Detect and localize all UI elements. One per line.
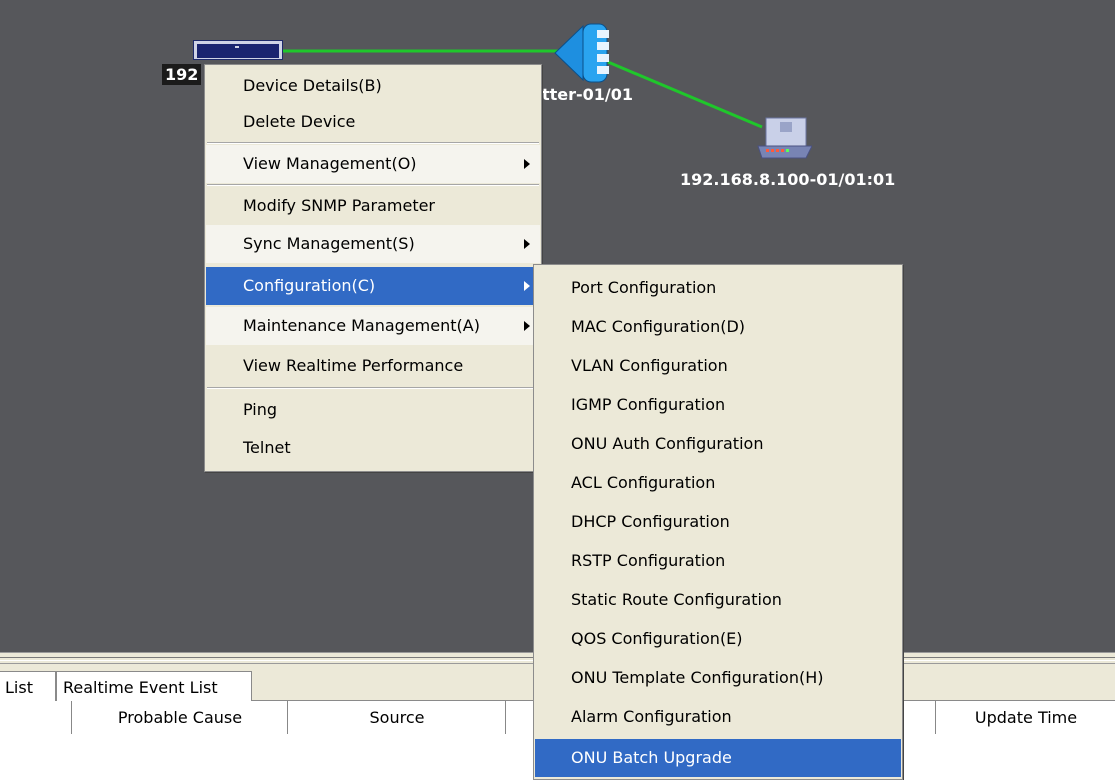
menu-item-configuration[interactable]: Configuration(C) — [206, 267, 540, 305]
menu-item-maintenance-management[interactable]: Maintenance Management(A) — [206, 307, 540, 345]
column-header-update-time[interactable]: Update Time — [936, 701, 1115, 734]
olt-device-label[interactable]: 192 — [162, 64, 202, 85]
menu-item-label: Port Configuration — [571, 278, 717, 297]
column-header-partial[interactable] — [0, 701, 72, 734]
menu-item-view-realtime-performance[interactable]: View Realtime Performance — [206, 347, 540, 385]
submenu-item-alarm-configuration[interactable]: Alarm Configuration — [535, 698, 901, 736]
olt-device-icon[interactable] — [193, 40, 283, 60]
submenu-item-onu-batch-upgrade[interactable]: ONU Batch Upgrade — [535, 739, 901, 777]
menu-item-label: RSTP Configuration — [571, 551, 726, 570]
submenu-item-rstp-configuration[interactable]: RSTP Configuration — [535, 542, 901, 580]
menu-separator — [207, 387, 539, 389]
menu-item-delete-device[interactable]: Delete Device — [206, 103, 540, 141]
onu-device-icon[interactable] — [756, 116, 812, 160]
menu-item-label: Telnet — [243, 438, 291, 457]
menu-item-sync-management[interactable]: Sync Management(S) — [206, 225, 540, 263]
menu-separator — [207, 184, 539, 186]
menu-item-modify-snmp-parameter[interactable]: Modify SNMP Parameter — [206, 187, 540, 225]
tab-alarm-list[interactable]: List — [0, 671, 56, 701]
menu-item-label: MAC Configuration(D) — [571, 317, 746, 336]
splitter-icon[interactable] — [553, 22, 613, 84]
submenu-item-port-configuration[interactable]: Port Configuration — [535, 269, 901, 307]
menu-item-label: IGMP Configuration — [571, 395, 726, 414]
tab-realtime-event-list[interactable]: Realtime Event List — [56, 671, 252, 701]
menu-item-label: Ping — [243, 400, 278, 419]
submenu-item-acl-configuration[interactable]: ACL Configuration — [535, 464, 901, 502]
submenu-item-dhcp-configuration[interactable]: DHCP Configuration — [535, 503, 901, 541]
column-header-source[interactable]: Source — [288, 701, 506, 734]
menu-separator — [207, 142, 539, 144]
menu-item-label: ONU Auth Configuration — [571, 434, 764, 453]
submenu-arrow-icon — [524, 239, 530, 249]
submenu-item-mac-configuration[interactable]: MAC Configuration(D) — [535, 308, 901, 346]
menu-item-label: Alarm Configuration — [571, 707, 732, 726]
splitter-device-label[interactable]: litter-01/01 — [531, 85, 633, 104]
menu-item-label: DHCP Configuration — [571, 512, 730, 531]
menu-item-label: ONU Batch Upgrade — [571, 748, 732, 767]
menu-item-label: Sync Management(S) — [243, 234, 415, 253]
submenu-item-vlan-configuration[interactable]: VLAN Configuration — [535, 347, 901, 385]
submenu-item-static-route-configuration[interactable]: Static Route Configuration — [535, 581, 901, 619]
submenu-item-onu-auth-configuration[interactable]: ONU Auth Configuration — [535, 425, 901, 463]
menu-item-device-details[interactable]: Device Details(B) — [206, 67, 540, 105]
submenu-arrow-icon — [524, 321, 530, 331]
menu-item-label: ONU Template Configuration(H) — [571, 668, 824, 687]
menu-item-label: View Management(O) — [243, 154, 417, 173]
submenu-item-onu-template-configuration[interactable]: ONU Template Configuration(H) — [535, 659, 901, 697]
submenu-arrow-icon — [524, 159, 530, 169]
configuration-submenu: Port Configuration MAC Configuration(D) … — [533, 264, 903, 780]
onu-device-label[interactable]: 192.168.8.100-01/01:01 — [680, 170, 895, 189]
submenu-item-qos-configuration[interactable]: QOS Configuration(E) — [535, 620, 901, 658]
menu-item-label: Static Route Configuration — [571, 590, 782, 609]
menu-item-label: View Realtime Performance — [243, 356, 464, 375]
device-context-menu: Device Details(B) Delete Device View Man… — [204, 64, 542, 472]
submenu-arrow-icon — [524, 281, 530, 291]
menu-item-label: QOS Configuration(E) — [571, 629, 743, 648]
menu-item-label: Delete Device — [243, 112, 356, 131]
menu-item-label: ACL Configuration — [571, 473, 716, 492]
menu-item-ping[interactable]: Ping — [206, 391, 540, 429]
menu-item-telnet[interactable]: Telnet — [206, 429, 540, 467]
column-header-probable-cause[interactable]: Probable Cause — [72, 701, 288, 734]
submenu-item-igmp-configuration[interactable]: IGMP Configuration — [535, 386, 901, 424]
menu-item-label: Modify SNMP Parameter — [243, 196, 436, 215]
menu-item-label: Device Details(B) — [243, 76, 382, 95]
menu-item-label: VLAN Configuration — [571, 356, 728, 375]
menu-item-label: Maintenance Management(A) — [243, 316, 480, 335]
menu-item-view-management[interactable]: View Management(O) — [206, 145, 540, 183]
menu-item-label: Configuration(C) — [243, 276, 376, 295]
